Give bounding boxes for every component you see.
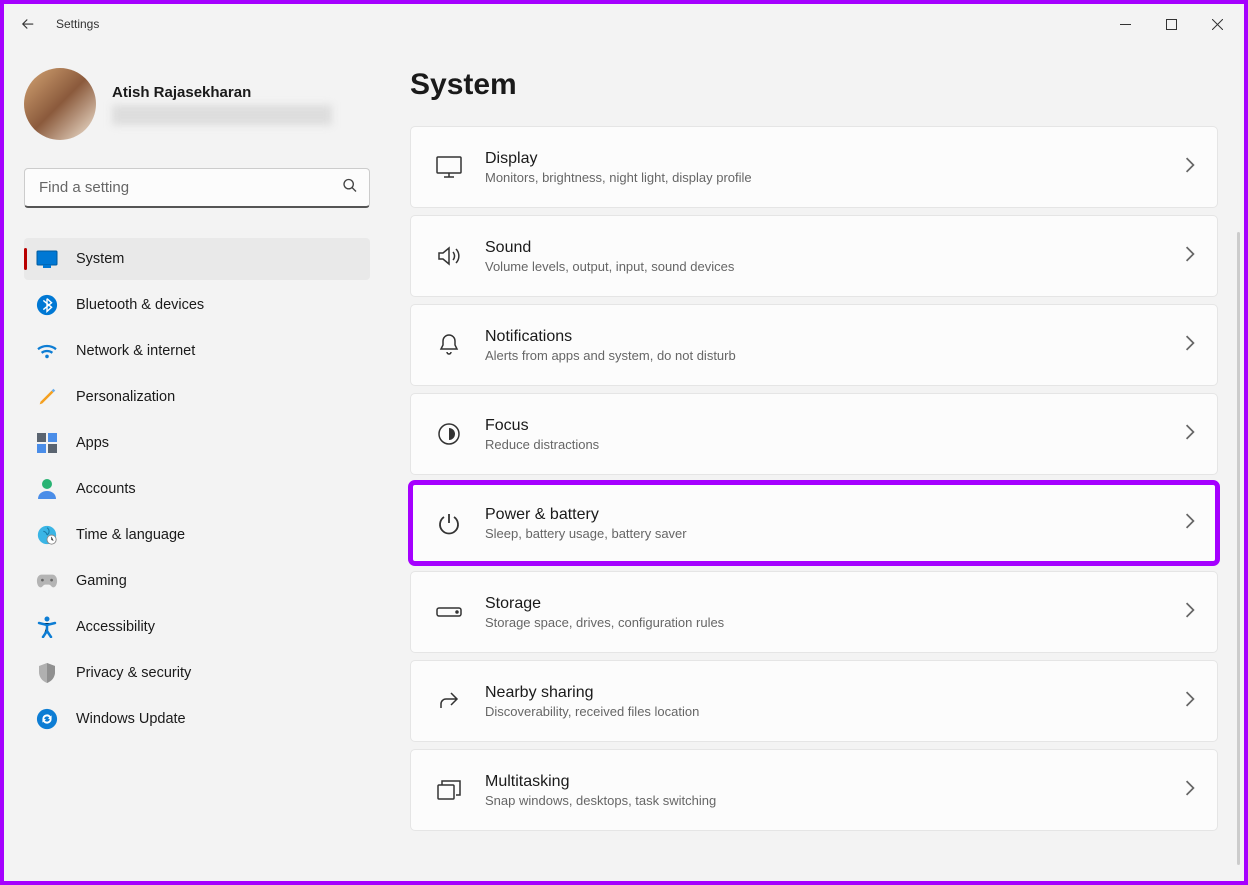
system-icon (36, 248, 58, 270)
nav-label: Accounts (76, 481, 136, 497)
search-icon (342, 178, 358, 199)
nav-label: Bluetooth & devices (76, 297, 204, 313)
wifi-icon (36, 340, 58, 362)
nav-item-accessibility[interactable]: Accessibility (24, 606, 370, 648)
nav-item-apps[interactable]: Apps (24, 422, 370, 464)
update-icon (36, 708, 58, 730)
nav-list: System Bluetooth & devices Network & int… (24, 238, 370, 740)
person-icon (36, 478, 58, 500)
shield-icon (36, 662, 58, 684)
scrollbar[interactable] (1237, 232, 1240, 865)
nav-label: Apps (76, 435, 109, 451)
nav-item-personalization[interactable]: Personalization (24, 376, 370, 418)
nav-item-time[interactable]: Time & language (24, 514, 370, 556)
nav-item-privacy[interactable]: Privacy & security (24, 652, 370, 694)
nav-item-update[interactable]: Windows Update (24, 698, 370, 740)
nav-label: Accessibility (76, 619, 155, 635)
nav-label: Windows Update (76, 711, 186, 727)
search-input[interactable] (24, 168, 370, 208)
bluetooth-icon (36, 294, 58, 316)
nav-label: Personalization (76, 389, 175, 405)
clock-globe-icon (36, 524, 58, 546)
gamepad-icon (36, 570, 58, 592)
search-box (24, 168, 370, 208)
nav-label: System (76, 251, 124, 267)
nav-item-bluetooth[interactable]: Bluetooth & devices (24, 284, 370, 326)
nav-item-gaming[interactable]: Gaming (24, 560, 370, 602)
nav-label: Time & language (76, 527, 185, 543)
apps-icon (36, 432, 58, 454)
nav-item-system[interactable]: System (24, 238, 370, 280)
nav-label: Gaming (76, 573, 127, 589)
profile-email-redacted (112, 105, 332, 125)
nav-item-accounts[interactable]: Accounts (24, 468, 370, 510)
accessibility-icon (36, 616, 58, 638)
nav-label: Privacy & security (76, 665, 191, 681)
nav-label: Network & internet (76, 343, 195, 359)
nav-item-network[interactable]: Network & internet (24, 330, 370, 372)
paintbrush-icon (36, 386, 58, 408)
